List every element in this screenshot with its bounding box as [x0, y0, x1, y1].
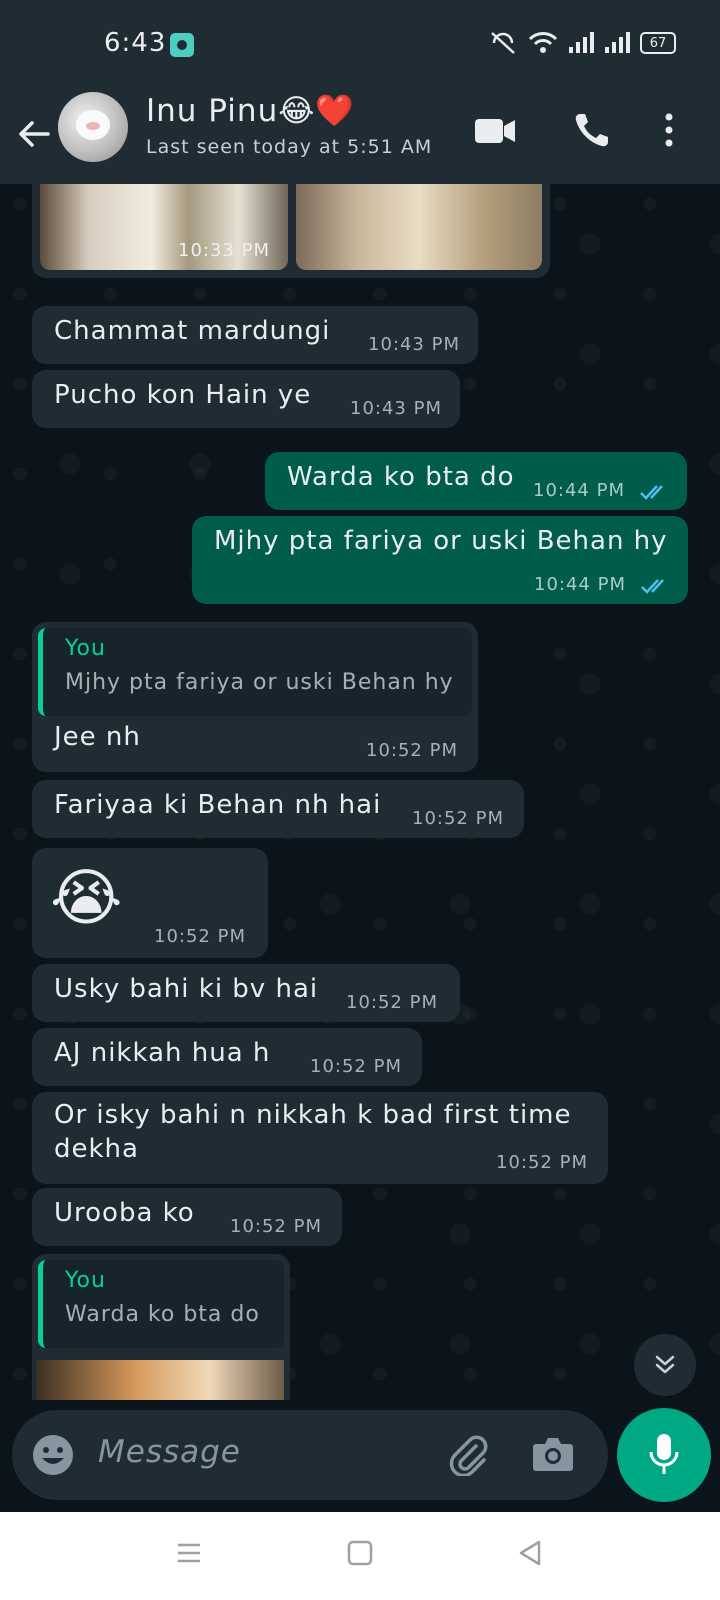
message-text: Usky bahi ki bv hai — [54, 974, 319, 1004]
message-text: Pucho kon Hain ye — [54, 380, 312, 410]
reply-photo-message-bubble[interactable]: You Warda ko bta do — [32, 1254, 290, 1400]
message-text: Warda ko bta do — [287, 462, 515, 492]
message-emoji: 😭 — [50, 861, 124, 934]
photo-album-message[interactable]: 10:33 PM — [32, 184, 550, 278]
camera-icon[interactable] — [532, 1434, 574, 1474]
message-time: 10:43 PM — [350, 398, 442, 419]
scroll-down-icon — [655, 1355, 675, 1374]
message-bubble-incoming[interactable]: Or isky bahi n nikkah k bad first time d… — [32, 1092, 608, 1184]
message-text-line-1: Or isky bahi n nikkah k bad first time — [54, 1100, 572, 1130]
message-text: Jee nh — [54, 722, 141, 752]
mute-vibrate-icon — [491, 32, 515, 54]
system-navigation-bar — [0, 1512, 720, 1600]
message-time: 10:52 PM — [310, 1056, 402, 1077]
wifi-icon — [528, 32, 558, 53]
message-bubble-incoming[interactable]: AJ nikkah hua h 10:52 PM — [32, 1028, 422, 1086]
signal-icon-1 — [569, 32, 594, 53]
read-receipt-icon — [640, 485, 663, 500]
message-time: 10:52 PM — [154, 926, 246, 947]
message-time: 10:43 PM — [368, 334, 460, 355]
last-seen-status: Last seen today at 5:51 AM — [146, 136, 433, 158]
back-nav-icon[interactable] — [515, 1538, 545, 1568]
quoted-message[interactable]: You Warda ko bta do — [38, 1260, 284, 1348]
message-time: 10:52 PM — [366, 740, 458, 761]
message-time: 10:33 PM — [178, 240, 270, 261]
quote-text: Warda ko bta do — [65, 1302, 260, 1327]
status-time: 6:43 — [104, 28, 167, 58]
message-bubble-incoming[interactable]: Fariyaa ki Behan nh hai 10:52 PM — [32, 780, 524, 838]
quoted-message[interactable]: You Mjhy pta fariya or uski Behan hy — [38, 628, 472, 716]
photo-thumbnail[interactable] — [36, 1360, 284, 1400]
message-text: AJ nikkah hua h — [54, 1038, 271, 1068]
quote-author: You — [65, 636, 106, 661]
message-text-line-2: dekha — [54, 1134, 139, 1164]
scroll-to-bottom-button[interactable] — [634, 1334, 696, 1396]
message-bubble-incoming[interactable]: Pucho kon Hain ye 10:43 PM — [32, 370, 460, 428]
status-icons: 67 — [488, 30, 676, 56]
message-bubble-incoming[interactable]: Usky bahi ki bv hai 10:52 PM — [32, 964, 460, 1022]
message-composer[interactable]: Message — [12, 1410, 608, 1500]
message-bubble-outgoing[interactable]: Warda ko bta do 10:44 PM — [265, 452, 687, 510]
voice-call-icon[interactable] — [572, 110, 612, 150]
reply-message-bubble[interactable]: You Mjhy pta fariya or uski Behan hy Jee… — [32, 622, 478, 772]
message-bubble-incoming[interactable]: Chammat mardungi 10:43 PM — [32, 306, 478, 364]
more-options-icon[interactable] — [662, 110, 676, 150]
message-time: 10:52 PM — [496, 1152, 588, 1173]
recent-apps-icon[interactable] — [174, 1538, 204, 1568]
message-time: 10:52 PM — [230, 1216, 322, 1237]
read-receipt-icon — [641, 579, 664, 594]
voice-record-button[interactable] — [617, 1408, 711, 1502]
notification-app-icon — [170, 33, 194, 57]
message-time: 10:52 PM — [412, 808, 504, 829]
quote-author: You — [65, 1268, 106, 1293]
message-text: Mjhy pta fariya or uski Behan hy — [214, 526, 668, 556]
message-text: Fariyaa ki Behan nh hai — [54, 790, 382, 820]
message-text: Chammat mardungi — [54, 316, 331, 346]
emoji-icon[interactable] — [32, 1434, 74, 1476]
message-time: 10:44 PM — [533, 480, 625, 501]
back-arrow-icon[interactable] — [14, 114, 54, 154]
status-bar: 6:43 67 — [0, 0, 720, 90]
emoji-message-bubble[interactable]: 😭 10:52 PM — [32, 848, 268, 958]
battery-icon: 67 — [640, 32, 676, 54]
signal-icon-2 — [605, 32, 630, 53]
message-text: Urooba ko — [54, 1198, 195, 1228]
quote-text: Mjhy pta fariya or uski Behan hy — [65, 670, 454, 695]
message-time: 10:44 PM — [534, 574, 626, 595]
message-bubble-outgoing[interactable]: Mjhy pta fariya or uski Behan hy 10:44 P… — [192, 516, 688, 604]
chat-header: Inu Pinu😂❤️ Last seen today at 5:51 AM — [0, 90, 720, 184]
contact-name[interactable]: Inu Pinu😂❤️ — [146, 92, 355, 129]
video-call-icon[interactable] — [474, 110, 516, 150]
attach-icon[interactable] — [446, 1432, 490, 1476]
message-bubble-incoming[interactable]: Urooba ko 10:52 PM — [32, 1188, 342, 1246]
message-time: 10:52 PM — [346, 992, 438, 1013]
avatar[interactable] — [58, 92, 128, 162]
message-input[interactable]: Message — [98, 1434, 241, 1470]
photo-thumbnail[interactable] — [296, 184, 542, 270]
mic-icon — [649, 1434, 679, 1474]
home-icon[interactable] — [345, 1538, 375, 1568]
chat-area[interactable]: 10:33 PM Chammat mardungi 10:43 PM Pucho… — [0, 184, 720, 1400]
